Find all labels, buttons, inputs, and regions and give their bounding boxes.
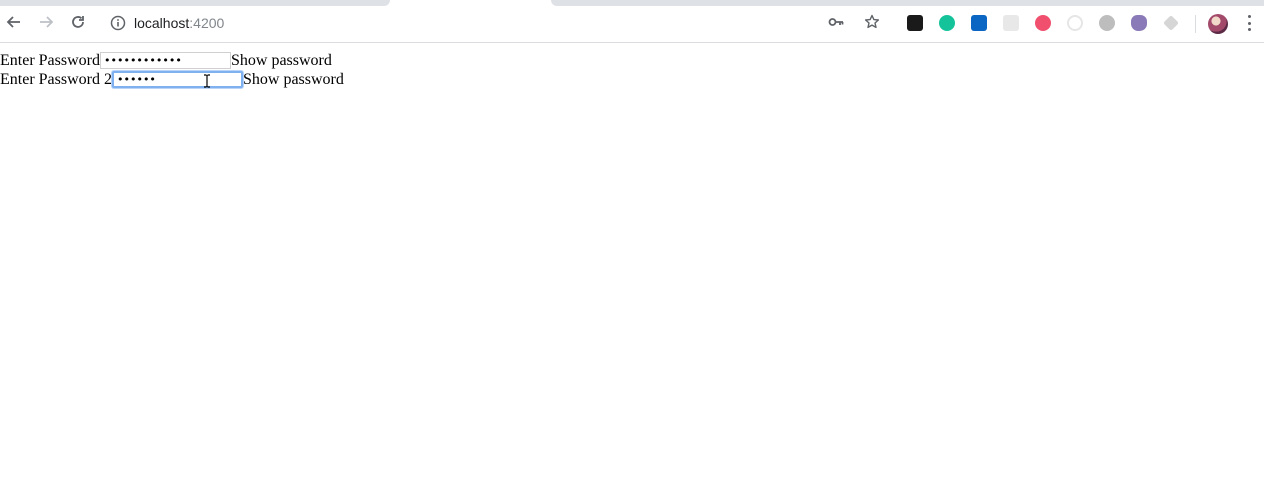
back-button[interactable] xyxy=(5,13,23,31)
password-label-1: Enter Password xyxy=(0,51,100,69)
password-key-button[interactable] xyxy=(828,14,844,30)
ext-gray-icon[interactable] xyxy=(1099,15,1115,31)
password-row-1: Enter Password Show password xyxy=(0,51,332,70)
ext-circle-icon[interactable] xyxy=(1067,15,1083,31)
ext-github-cat-icon[interactable] xyxy=(1131,15,1147,31)
arrow-right-icon xyxy=(40,16,54,28)
ext-pink-icon[interactable] xyxy=(1035,15,1051,31)
arrow-left-icon xyxy=(6,16,20,28)
ext-grammarly-icon[interactable] xyxy=(939,15,955,31)
password-label-2: Enter Password 2 xyxy=(0,70,112,88)
tab-strip-left xyxy=(0,0,390,6)
password-row-2: Enter Password 2 Show password xyxy=(0,70,344,89)
reload-icon xyxy=(72,16,84,28)
forward-button[interactable] xyxy=(37,13,55,31)
text-cursor-icon xyxy=(204,74,210,88)
bookmark-button[interactable] xyxy=(864,14,880,30)
show-password-toggle-1[interactable]: Show password xyxy=(231,52,332,70)
address-bar[interactable]: localhost:4200 xyxy=(110,13,224,33)
url-host: localhost xyxy=(134,15,190,31)
show-password-toggle-2[interactable]: Show password xyxy=(243,71,344,89)
ext-linkedin-icon[interactable] xyxy=(971,15,987,31)
password-input-1[interactable] xyxy=(99,52,231,69)
more-vert-icon[interactable] xyxy=(1245,15,1253,31)
toolbar-separator xyxy=(1195,15,1196,33)
info-icon[interactable] xyxy=(110,15,126,31)
profile-avatar[interactable] xyxy=(1208,14,1228,34)
ext-dark-app-icon[interactable] xyxy=(907,15,923,31)
browser-toolbar: localhost:4200 xyxy=(0,0,1264,43)
tab-strip-right xyxy=(551,0,1264,6)
ext-diamond-icon[interactable] xyxy=(1163,15,1179,31)
password-input-2[interactable] xyxy=(111,71,243,88)
reload-button[interactable] xyxy=(69,13,87,31)
url-port: :4200 xyxy=(189,15,225,31)
ext-generic-icon[interactable] xyxy=(1003,15,1019,31)
star-icon xyxy=(864,14,880,29)
key-icon xyxy=(828,18,844,26)
page-content: Enter Password Show password Enter Passw… xyxy=(0,43,1264,496)
